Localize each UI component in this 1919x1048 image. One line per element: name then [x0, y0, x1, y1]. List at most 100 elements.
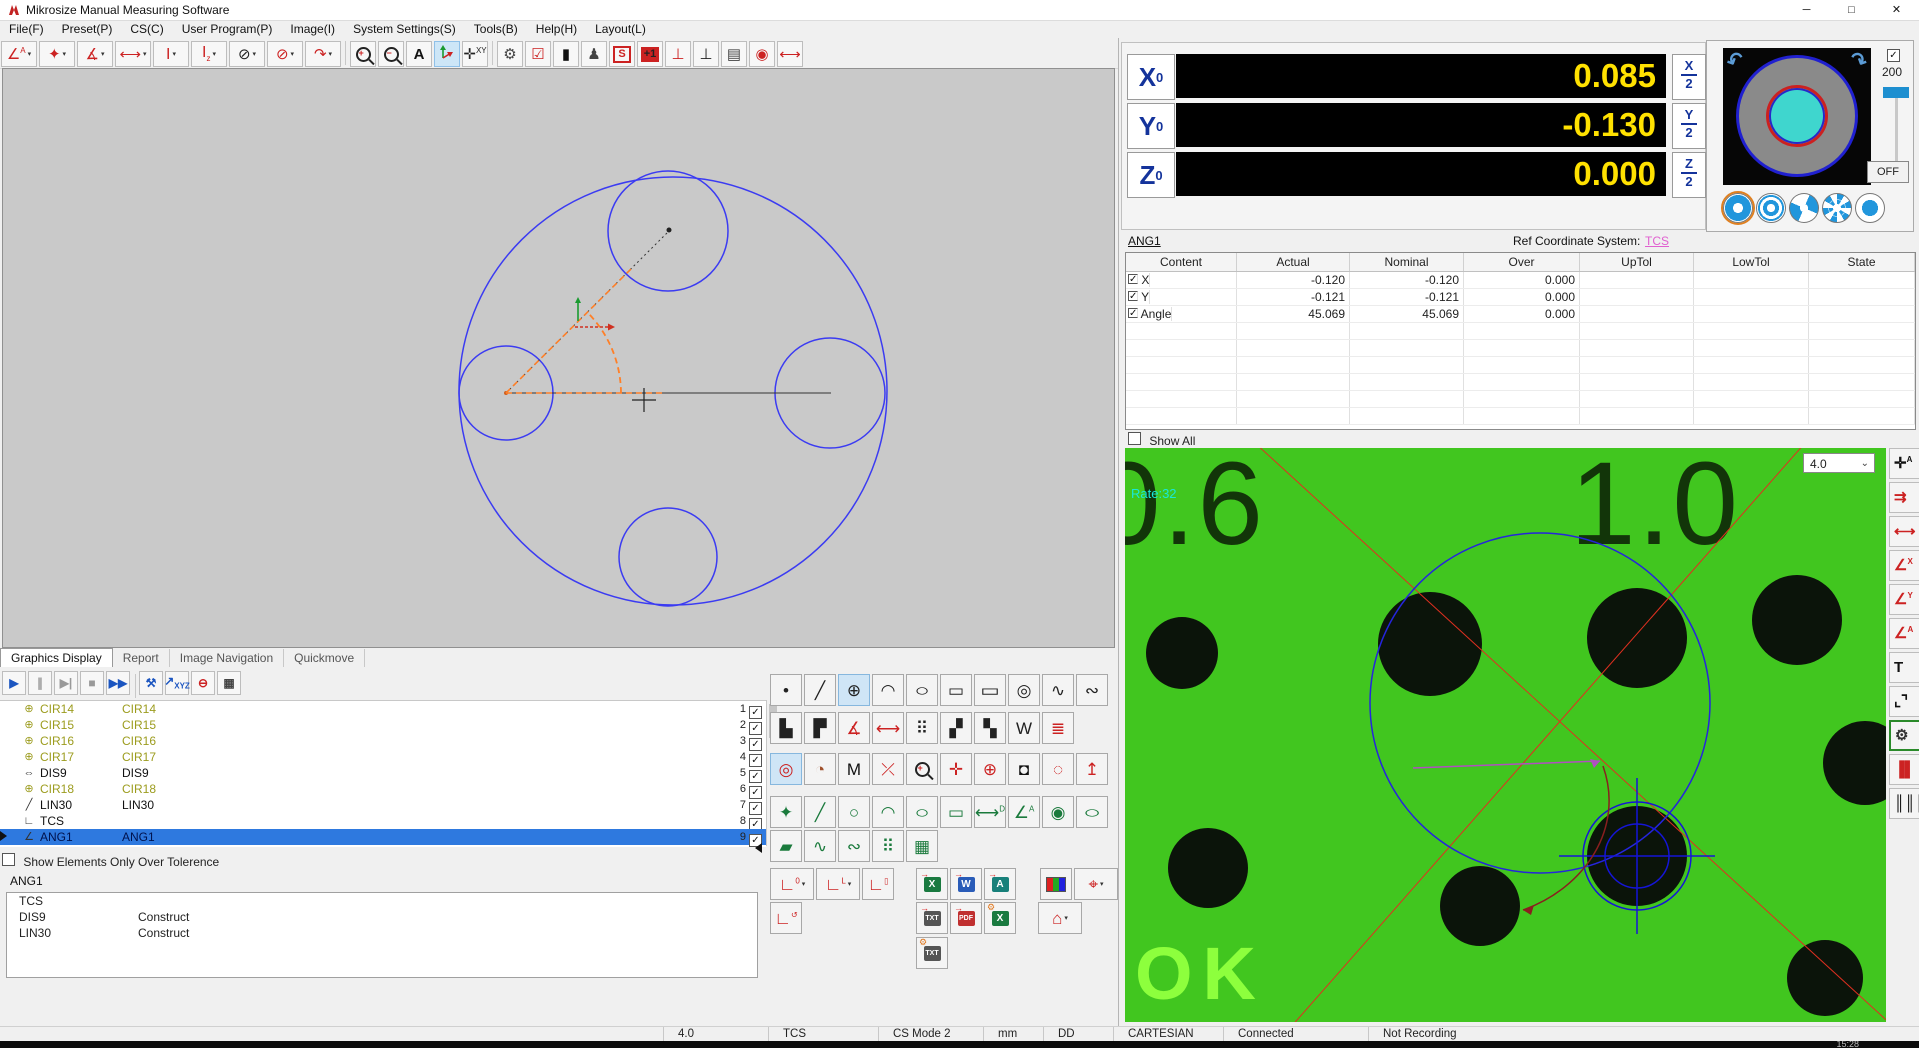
cs-zero-button[interactable]: ∟0▾: [770, 868, 814, 900]
row-checkbox[interactable]: ✓: [1128, 274, 1138, 284]
auto-circle-tool[interactable]: ◎: [770, 753, 802, 785]
navigate-tool[interactable]: ◉: [749, 41, 775, 67]
dro-label-y[interactable]: Y0: [1127, 103, 1175, 149]
level-tool[interactable]: ⊥: [665, 41, 691, 67]
tool-line[interactable]: ╱: [804, 674, 836, 706]
splitter-handle-left[interactable]: [0, 831, 7, 841]
tool-arc[interactable]: ◠: [872, 674, 904, 706]
user-tool[interactable]: ♟: [581, 41, 607, 67]
construct-cloud[interactable]: ⠿: [872, 830, 904, 862]
tab-graphics-display[interactable]: Graphics Display: [0, 648, 113, 667]
intersect-tool[interactable]: ⤫: [872, 753, 904, 785]
remove-button[interactable]: ⊖: [191, 671, 215, 695]
step-height-tool[interactable]: ▙: [770, 712, 802, 744]
tolerance-filter-checkbox[interactable]: [2, 853, 15, 866]
list-item-cir17[interactable]: ⊕CIR17CIR174✓: [0, 749, 766, 765]
coaxial-light-mode-button[interactable]: [1756, 193, 1786, 223]
angle-tool[interactable]: ∡▾: [77, 41, 113, 67]
export-word-button[interactable]: →W: [950, 868, 982, 900]
table-row[interactable]: ✓ X-0.120-0.1200.000: [1126, 272, 1915, 289]
height-tool[interactable]: Ⅰ▾: [153, 41, 189, 67]
export-txt-button[interactable]: →TXT: [916, 902, 948, 934]
rotate-ccw-icon[interactable]: ↶: [1723, 46, 1749, 76]
camera-circle-overlay[interactable]: [1559, 778, 1715, 934]
list-item-lin30[interactable]: ╱LIN30LIN307✓: [0, 797, 766, 813]
cross-tool[interactable]: ✛: [940, 753, 972, 785]
fullscreen-button[interactable]: ⌞⌝: [1889, 686, 1919, 717]
dro-label-x[interactable]: X0: [1127, 54, 1175, 100]
stop-button[interactable]: ■: [80, 671, 104, 695]
tool-circle[interactable]: ⊕: [838, 674, 870, 706]
construct-line[interactable]: ╱: [804, 796, 836, 828]
backlight-mode-button[interactable]: [1855, 193, 1885, 223]
construct-arc[interactable]: ◠: [872, 796, 904, 828]
half-button-z[interactable]: Z2: [1672, 152, 1706, 198]
menu-item[interactable]: CS(C): [121, 21, 172, 37]
angle-preset-tool[interactable]: ∠A▾: [1, 41, 37, 67]
export-txt-auto-button[interactable]: ⚙TXT: [916, 937, 948, 969]
list-item-cir16[interactable]: ⊕CIR16CIR163✓: [0, 733, 766, 749]
construct-rectangle[interactable]: ▭: [940, 796, 972, 828]
tool-ring[interactable]: ◎: [1008, 674, 1040, 706]
text-tool[interactable]: A: [406, 41, 432, 67]
ring-light-mode-button[interactable]: [1723, 193, 1753, 223]
home-view-button[interactable]: ⌂▾: [1038, 902, 1082, 934]
row-checkbox[interactable]: ✓: [1128, 308, 1138, 318]
text-button[interactable]: T: [1889, 652, 1919, 683]
preset-check-tool[interactable]: ☑: [525, 41, 551, 67]
fast-forward-button[interactable]: ▶▶: [106, 671, 130, 695]
camera-zoom-select[interactable]: 4.0 ⌄: [1803, 453, 1875, 473]
half-button-x[interactable]: X2: [1672, 54, 1706, 100]
width-tool[interactable]: ⟷: [872, 712, 904, 744]
settings-tool[interactable]: ⚙: [497, 41, 523, 67]
menu-item[interactable]: Help(H): [527, 21, 586, 37]
angle-a-button[interactable]: ∠A: [1889, 618, 1919, 649]
perpendicular-tool[interactable]: ⊥: [693, 41, 719, 67]
manual-point-tool[interactable]: M: [838, 753, 870, 785]
camera-settings-button[interactable]: ⚙: [1889, 720, 1919, 751]
construct-contour[interactable]: ∾: [838, 830, 870, 862]
ref-cs-link[interactable]: TCS: [1645, 234, 1669, 248]
profile-tool-1[interactable]: ▞: [940, 712, 972, 744]
tool-point[interactable]: •: [770, 674, 802, 706]
dashed-circle-tool[interactable]: ◌: [1042, 753, 1074, 785]
span-tool[interactable]: ⟷: [777, 41, 803, 67]
export-cad-button[interactable]: →A: [984, 868, 1016, 900]
grid-tool[interactable]: ▤: [721, 41, 747, 67]
barcode-button[interactable]: ║║║: [1889, 788, 1919, 819]
play-button[interactable]: ▶: [2, 671, 26, 695]
tab-report[interactable]: Report: [113, 649, 170, 667]
minimize-button[interactable]: ─: [1784, 0, 1829, 20]
export-excel-auto-button[interactable]: ⚙X: [984, 902, 1016, 934]
tool-contour[interactable]: ∾: [1076, 674, 1108, 706]
export-excel-button[interactable]: →X: [916, 868, 948, 900]
tool-slot[interactable]: ▭: [974, 674, 1006, 706]
calculator-tool[interactable]: ▦: [906, 830, 938, 862]
schedule-button[interactable]: ▦: [217, 671, 241, 695]
profile-tool-3[interactable]: W: [1008, 712, 1040, 744]
half-button-y[interactable]: Y2: [1672, 103, 1706, 149]
multi-distance-button[interactable]: ⇉: [1889, 482, 1919, 513]
light-enable-checkbox[interactable]: ✓: [1887, 49, 1900, 62]
detail-row[interactable]: LIN30Construct: [7, 925, 757, 941]
graphic-circle-bottom[interactable]: [619, 508, 717, 606]
construct-ellipse[interactable]: ○: [906, 796, 938, 828]
tool-ellipse[interactable]: ○: [906, 674, 938, 706]
display-tool[interactable]: ▮: [553, 41, 579, 67]
list-item-tcs[interactable]: ∟TCS8✓: [0, 813, 766, 829]
xyz-button[interactable]: ↗XYZ: [165, 671, 189, 695]
distance-button[interactable]: ⟷: [1889, 516, 1919, 547]
cs-rotate-button[interactable]: ∟↺: [770, 902, 802, 934]
pause-button[interactable]: ∥: [28, 671, 52, 695]
crosshair-circle-tool[interactable]: ⊕: [974, 753, 1006, 785]
construct-distance[interactable]: ⟷D: [974, 796, 1006, 828]
close-button[interactable]: ✕: [1874, 0, 1919, 20]
construct-curve[interactable]: ∿: [804, 830, 836, 862]
detail-row[interactable]: DIS9Construct: [7, 909, 757, 925]
cs-save-button[interactable]: ∟▯: [862, 868, 894, 900]
table-row[interactable]: ✓ Angle45.06945.0690.000: [1126, 306, 1915, 323]
arc-tool[interactable]: ↷▾: [305, 41, 341, 67]
construct-angle[interactable]: ∠A: [1008, 796, 1040, 828]
send-up-tool[interactable]: ↥: [1076, 753, 1108, 785]
coordinate-axes-tool[interactable]: [434, 41, 460, 67]
